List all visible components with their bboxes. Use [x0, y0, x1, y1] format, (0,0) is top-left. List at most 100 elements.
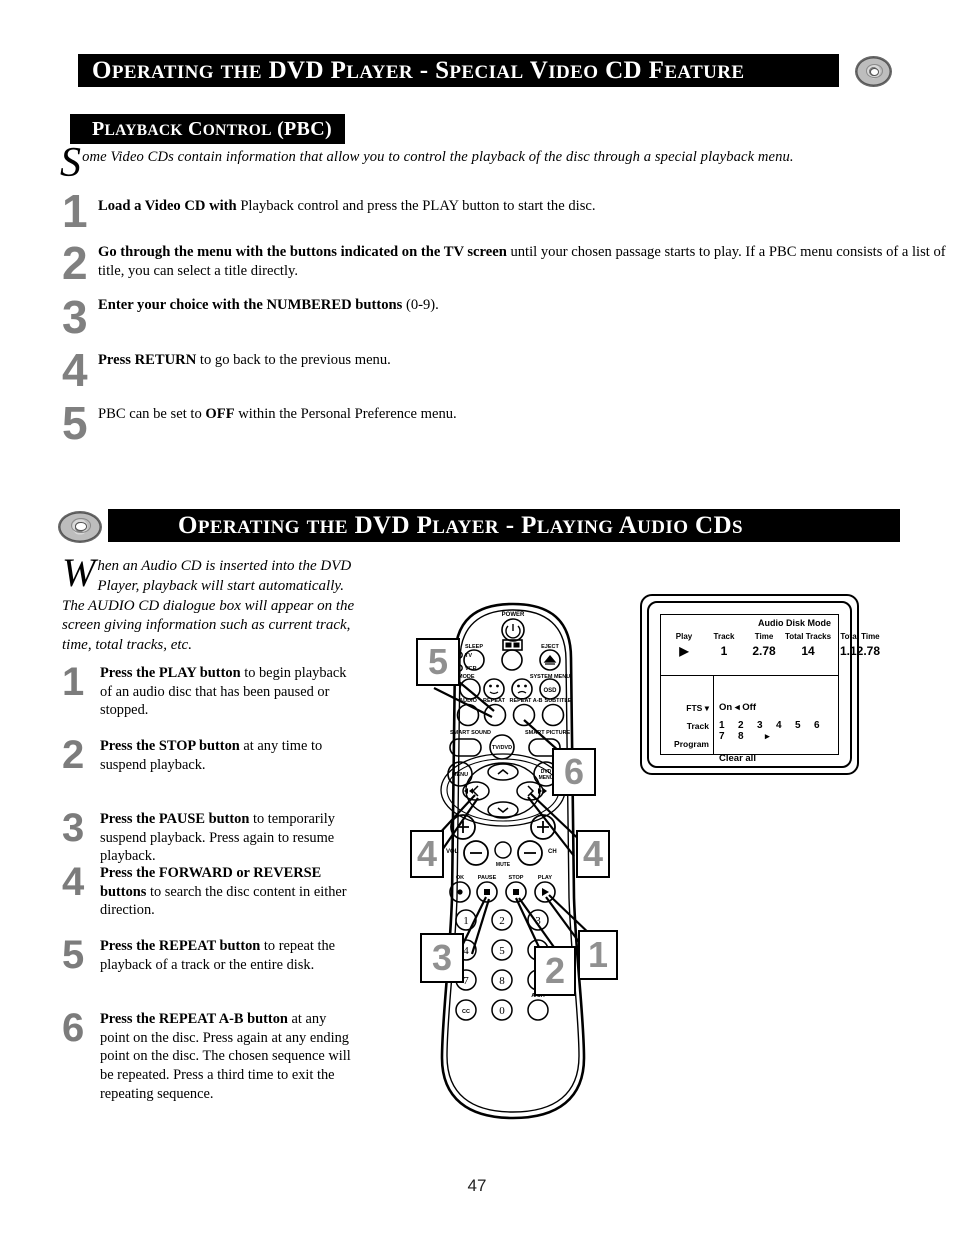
osd-col-play: Play ▶ [665, 632, 703, 659]
track-number[interactable]: 4 [776, 720, 795, 731]
section1-step-3: 3 Enter your choice with the NUMBERED bu… [62, 291, 942, 343]
step-text-bold: Press the PAUSE button [100, 811, 250, 827]
osd-col-value: ▶ [679, 643, 689, 658]
pause-icon [484, 889, 490, 895]
step-number: 3 [62, 291, 88, 343]
step-text: Press the STOP button at any time to sus… [100, 737, 358, 774]
caret-left-icon: ◂ [734, 702, 740, 713]
track-number[interactable]: 2 [738, 720, 757, 731]
section1-intro: Some Video CDs contain information that … [60, 140, 940, 186]
step-number: 2 [62, 733, 85, 777]
osd-row-label: FTS [686, 703, 703, 713]
step-text: PBC can be set to OFF within the Persona… [98, 405, 943, 424]
osd-col-label: Total Tracks [784, 632, 832, 641]
mute-label: MUTE [496, 862, 511, 868]
step-number: 3 [62, 806, 85, 850]
osd-program-labels: FTS ▾ Track Program [661, 675, 714, 754]
pbc-subheader-title: PLAYBACK CONTROL (PBC) [92, 117, 332, 140]
step-text: Load a Video CD with Playback control an… [98, 197, 943, 216]
osd-col-total-tracks: Total Tracks 14 [781, 632, 835, 659]
tv-screen-illustration: Audio Disk Mode Play ▶ Track 1 Time 2.78 [640, 594, 880, 775]
pbc-subheader-bar: PLAYBACK CONTROL (PBC) [70, 114, 345, 144]
step-text: Press the FORWARD or REVERSE buttons to … [100, 864, 358, 920]
callout-5: 5 [416, 638, 460, 686]
section1-header-title: OPERATING THE DVD PLAYER - SPECIAL VIDEO… [92, 57, 745, 84]
track-number[interactable]: 3 [757, 720, 776, 731]
osd-fts-value[interactable]: On ◂ Off [719, 702, 756, 713]
svg-text:1: 1 [463, 915, 469, 927]
osd-dialogue-box: Audio Disk Mode Play ▶ Track 1 Time 2.78 [660, 614, 880, 764]
osd-col-label: Play [675, 632, 693, 641]
chevron-down-icon [497, 807, 509, 813]
osd-clear-all[interactable]: Clear all [719, 753, 756, 764]
osd-program-panel: FTS ▾ Track Program On ◂ Off 1 2 3 4 5 6… [661, 675, 838, 764]
tv-bezel: Audio Disk Mode Play ▶ Track 1 Time 2.78 [647, 601, 880, 768]
fts-off-option[interactable]: Off [742, 702, 756, 713]
step-text-bold: Press the PLAY button [100, 665, 241, 681]
osd-row-label: Program [674, 739, 709, 749]
step-number: 6 [62, 1006, 85, 1050]
repeat-ab-label: REPEAT A-B [510, 698, 543, 704]
svg-text:4: 4 [463, 945, 469, 957]
track-number[interactable]: 7 [719, 731, 738, 742]
step-text: Press the PLAY button to begin playback … [100, 664, 358, 720]
chevron-up-icon [497, 769, 509, 775]
osd-col-value: 1 [720, 643, 728, 658]
callout-4-right: 4 [576, 830, 610, 878]
section2-intro-text: hen an Audio CD is inserted into the DVD… [62, 558, 355, 654]
osd-track-list[interactable]: 1 2 3 4 5 6 7 8 ▸ [719, 720, 838, 742]
cd-disc-icon [58, 511, 102, 543]
callout-6: 6 [552, 748, 596, 796]
section1-step-2: 2 Go through the menu with the buttons i… [62, 240, 946, 290]
manual-page: OPERATING THE DVD PLAYER - SPECIAL VIDEO… [0, 0, 954, 1235]
step-number: 5 [62, 397, 88, 449]
osd-col-value: 2.78 [752, 643, 776, 658]
callout-1: 1 [578, 930, 618, 980]
svg-text:CC: CC [462, 1009, 470, 1015]
osd-mode-title: Audio Disk Mode [757, 618, 831, 628]
play-icon [542, 888, 549, 896]
step-text-bold: Press the STOP button [100, 738, 240, 754]
subtitle-label: SUBTITLE [545, 698, 572, 704]
step-number: 4 [62, 860, 85, 904]
osd-label-program: Program [674, 739, 709, 749]
section1-step-1: 1 Load a Video CD with Playback control … [62, 188, 943, 234]
more-tracks-arrow-icon[interactable]: ▸ [765, 731, 770, 741]
step-number: 4 [62, 344, 88, 396]
step-text-bold: Press the REPEAT button [100, 938, 261, 954]
smart-picture-label: SMART PICTURE [525, 730, 571, 736]
eject-label: EJECT [541, 644, 559, 650]
pause-label: PAUSE [478, 875, 497, 881]
step-text: Press the REPEAT button to repeat the pl… [100, 937, 358, 974]
clear-all-label[interactable]: Clear all [719, 753, 756, 764]
step-text-rest: (0-9). [402, 297, 439, 313]
osd-col-track: Track 1 [703, 632, 745, 659]
section1-header-bar: OPERATING THE DVD PLAYER - SPECIAL VIDEO… [78, 54, 839, 87]
repeat-ab-button [511, 678, 533, 700]
sleep-label: SLEEP [465, 644, 483, 650]
caret-down-icon: ▾ [704, 703, 709, 713]
ok-label: OK [456, 875, 464, 881]
osd-col-label: Time [754, 632, 774, 641]
step-text-rest: to go back to the previous menu. [196, 352, 391, 368]
nav-down-button [487, 801, 519, 819]
osd-row-label: Track [686, 721, 709, 731]
track-number[interactable]: 1 [719, 720, 738, 731]
svg-text:5: 5 [499, 945, 505, 957]
track-number[interactable]: 5 [795, 720, 814, 731]
remote-control-illustration: POWER SLEEP EJECT TV VCR MODE SYSTEM MEN… [398, 598, 630, 1128]
section2-header-title: OPERATING THE DVD PLAYER - PLAYING AUDIO… [178, 512, 743, 539]
osd-label: OSD [543, 688, 557, 694]
callout-4-left: 4 [410, 830, 444, 878]
step-number: 5 [62, 933, 85, 977]
fts-on-option[interactable]: On [719, 702, 732, 713]
track-number[interactable]: 8 [738, 731, 757, 742]
svg-text:0: 0 [499, 1005, 505, 1017]
play-label: PLAY [538, 875, 552, 881]
step-text-bold-mid: OFF [205, 406, 235, 422]
section1-dropcap: S [60, 140, 82, 186]
track-number[interactable]: 6 [814, 720, 833, 731]
step-text-tail: within the Personal Preference menu. [234, 406, 457, 422]
vol-label: VOL [446, 849, 459, 855]
repeat-ab-button-main [512, 703, 536, 727]
